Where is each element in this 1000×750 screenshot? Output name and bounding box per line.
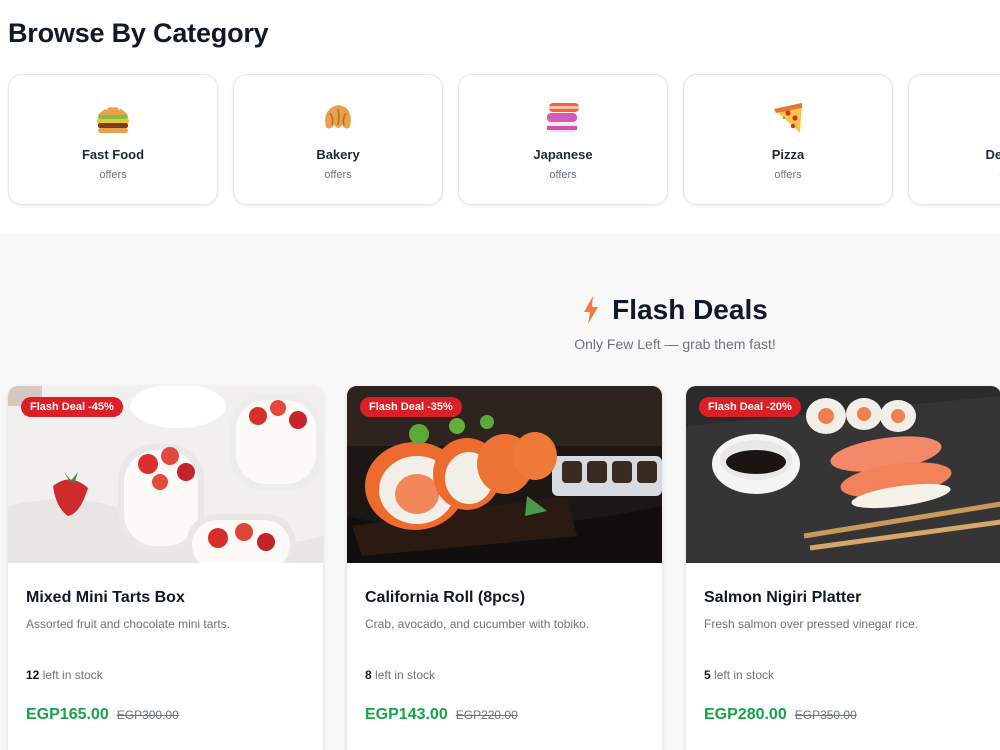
deal-image[interactable]: Flash Deal -45% xyxy=(8,386,323,563)
category-name: Desserts xyxy=(985,147,1000,162)
category-name: Fast Food xyxy=(81,147,145,162)
category-sub: offers xyxy=(549,169,577,181)
category-sub: offers xyxy=(99,169,127,181)
deal-image[interactable]: Flash Deal -35% xyxy=(347,386,662,563)
flash-title-row: Flash Deals xyxy=(582,294,768,326)
deal-old-price: EGP350.00 xyxy=(794,708,857,722)
stock-count: 8 xyxy=(365,668,372,682)
pizza-icon xyxy=(774,103,802,133)
stock-label: left in stock xyxy=(375,668,436,682)
category-card-fast-food[interactable]: Fast Food offers xyxy=(8,74,218,205)
croissant-icon xyxy=(325,105,351,129)
deal-old-price: EGP300.00 xyxy=(116,708,179,722)
deal-card-salmon-nigiri[interactable]: Flash Deal -20% Salmon Nigiri Platter Fr… xyxy=(686,386,1000,750)
deal-stock: 12 left in stock xyxy=(26,668,103,682)
category-name: Bakery xyxy=(316,147,360,162)
category-card-pizza[interactable]: Pizza offers xyxy=(683,74,893,205)
category-sub: offers xyxy=(909,169,1000,181)
category-card-desserts[interactable]: Desserts offers xyxy=(908,74,1000,205)
deal-price: EGP165.00 xyxy=(26,706,109,723)
stock-count: 12 xyxy=(26,668,40,682)
burger-icon xyxy=(97,106,129,133)
deal-old-price: EGP220.00 xyxy=(455,708,518,722)
deal-price-row: EGP143.00 EGP220.00 xyxy=(365,706,518,724)
deal-price-row: EGP165.00 EGP300.00 xyxy=(26,706,179,724)
deal-name[interactable]: Salmon Nigiri Platter xyxy=(704,589,861,607)
sushi-icon xyxy=(547,103,579,133)
category-name: Pizza xyxy=(771,147,805,162)
deal-description: Crab, avocado, and cucumber with tobiko. xyxy=(365,617,590,631)
flash-deals-header: Flash Deals Only Few Left — grab them fa… xyxy=(0,294,1000,352)
deal-stock: 8 left in stock xyxy=(365,668,435,682)
category-sub: offers xyxy=(774,169,802,181)
flash-deal-badge: Flash Deal -20% xyxy=(699,397,801,417)
deal-card-mini-tarts[interactable]: Flash Deal -45% Mixed Mini Tarts Box Ass… xyxy=(8,386,323,750)
category-row: Fast Food offers Bakery offers Japanese … xyxy=(8,74,1000,205)
category-card-bakery[interactable]: Bakery offers xyxy=(233,74,443,205)
section-title: Browse By Category xyxy=(8,18,269,48)
deal-name[interactable]: California Roll (8pcs) xyxy=(365,589,525,607)
page: Browse By Category Fast Food offers Bake… xyxy=(0,0,1000,750)
deal-description: Assorted fruit and chocolate mini tarts. xyxy=(26,617,231,631)
category-sub: offers xyxy=(324,169,352,181)
flash-deals-subtitle: Only Few Left — grab them fast! xyxy=(574,336,776,352)
flash-deal-badge: Flash Deal -45% xyxy=(21,397,123,417)
deal-image[interactable]: Flash Deal -20% xyxy=(686,386,1000,563)
category-card-japanese[interactable]: Japanese offers xyxy=(458,74,668,205)
stock-label: left in stock xyxy=(714,668,775,682)
category-section: Browse By Category Fast Food offers Bake… xyxy=(0,0,1000,234)
stock-label: left in stock xyxy=(42,668,103,682)
flash-deals-title: Flash Deals xyxy=(612,294,768,325)
deal-name[interactable]: Mixed Mini Tarts Box xyxy=(26,589,185,607)
bolt-icon xyxy=(584,296,599,324)
flash-deals-section: Flash Deals Only Few Left — grab them fa… xyxy=(0,234,1000,750)
stock-count: 5 xyxy=(704,668,711,682)
deal-card-california-roll[interactable]: Flash Deal -35% California Roll (8pcs) C… xyxy=(347,386,662,750)
dessert-icon xyxy=(995,101,1000,135)
flash-deal-badge: Flash Deal -35% xyxy=(360,397,462,417)
deal-price-row: EGP280.00 EGP350.00 xyxy=(704,706,857,724)
deal-stock: 5 left in stock xyxy=(704,668,774,682)
category-name: Japanese xyxy=(533,147,593,162)
deal-description: Fresh salmon over pressed vinegar rice. xyxy=(704,617,919,631)
deal-price: EGP280.00 xyxy=(704,706,787,723)
deal-price: EGP143.00 xyxy=(365,706,448,723)
